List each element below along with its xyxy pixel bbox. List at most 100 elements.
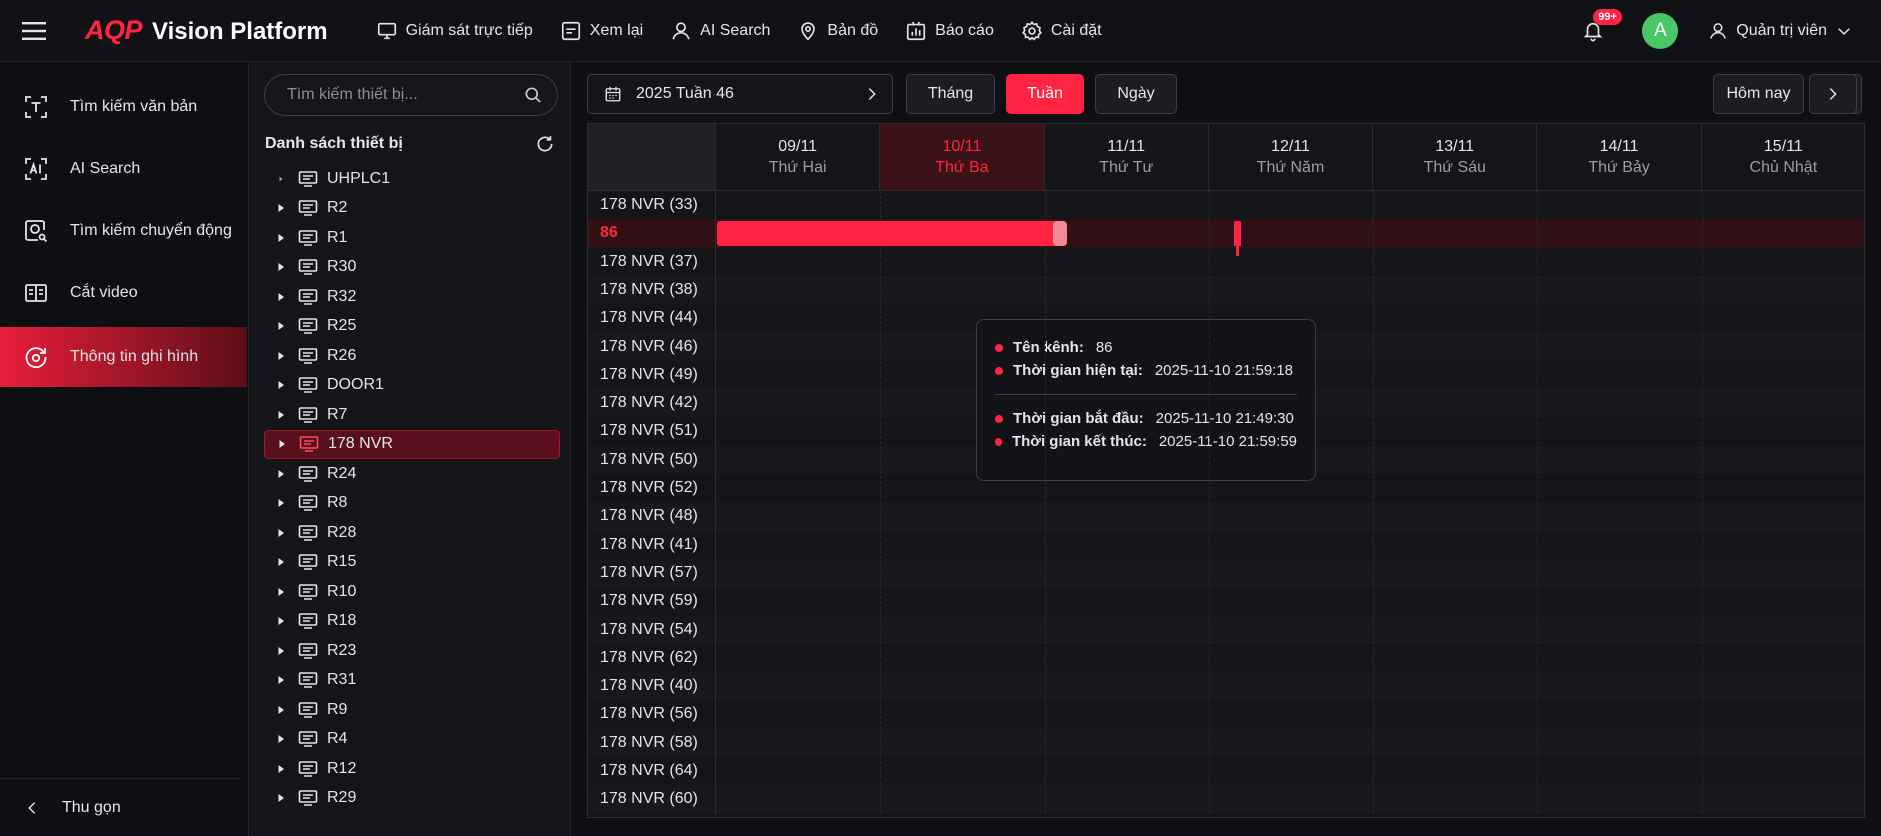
caret-right-icon[interactable]: [276, 380, 286, 390]
device-tree-item[interactable]: R24: [264, 459, 560, 489]
nav-reports[interactable]: Báo cáo: [905, 0, 994, 62]
nav-label: Báo cáo: [935, 21, 994, 39]
view-month-button[interactable]: Tháng: [906, 74, 995, 114]
caret-right-icon[interactable]: [277, 439, 287, 449]
sidebar-item-recording-info[interactable]: Thông tin ghi hình: [0, 327, 247, 387]
collapse-button[interactable]: Thu gọn: [0, 778, 240, 836]
refresh-icon[interactable]: [535, 134, 555, 154]
nav-live-monitoring[interactable]: Giám sát trực tiếp: [376, 0, 533, 62]
device-tree-item[interactable]: R29: [264, 784, 560, 814]
device-tree-item[interactable]: R9: [264, 695, 560, 725]
device-tree-item[interactable]: R31: [264, 666, 560, 696]
caret-right-icon[interactable]: [276, 616, 286, 626]
device-tree-item[interactable]: R15: [264, 548, 560, 578]
user-menu[interactable]: Quản trị viên: [1708, 21, 1853, 41]
search-icon[interactable]: [523, 85, 543, 105]
recording-segment-handle[interactable]: [1053, 221, 1067, 246]
caret-right-icon[interactable]: [276, 410, 286, 420]
sidebar-item-video-cut[interactable]: Cắt video: [0, 265, 248, 321]
caret-right-icon[interactable]: [276, 498, 286, 508]
device-tree-item[interactable]: R4: [264, 725, 560, 755]
caret-right-icon[interactable]: [276, 174, 286, 184]
device-tree-item[interactable]: DOOR1: [264, 371, 560, 401]
device-tree-item[interactable]: R10: [264, 577, 560, 607]
sidebar-item-label: Tìm kiếm văn bản: [70, 98, 198, 115]
device-search-input[interactable]: [287, 86, 523, 104]
caret-right-icon[interactable]: [276, 203, 286, 213]
device-tree-item[interactable]: R28: [264, 518, 560, 548]
caret-right-icon[interactable]: [276, 321, 286, 331]
week-picker[interactable]: 2025 Tuần 46: [587, 74, 893, 114]
channel-row[interactable]: 178 NVR (40): [588, 672, 1864, 701]
day-column-header: 10/11 Thứ Ba: [880, 124, 1045, 190]
caret-right-icon[interactable]: [276, 292, 286, 302]
nav-settings[interactable]: Cài đặt: [1021, 0, 1102, 62]
channel-row[interactable]: 178 NVR (59): [588, 587, 1864, 616]
nav-playback[interactable]: Xem lại: [560, 0, 643, 62]
channel-row[interactable]: 178 NVR (48): [588, 502, 1864, 531]
device-tree-item[interactable]: R30: [264, 253, 560, 283]
main-panel: 2025 Tuần 46 Tháng Tuần Ngày Hôm nay 09/…: [572, 62, 1881, 836]
recording-segment[interactable]: [717, 221, 1062, 246]
caret-right-icon[interactable]: [276, 528, 286, 538]
calendar-icon: [605, 86, 621, 102]
view-day-button[interactable]: Ngày: [1095, 74, 1177, 114]
sidebar-item-motion-search[interactable]: Tìm kiếm chuyển động: [0, 203, 248, 259]
today-button[interactable]: Hôm nay: [1713, 74, 1804, 114]
channel-row[interactable]: 178 NVR (54): [588, 615, 1864, 644]
view-week-button[interactable]: Tuần: [1006, 74, 1084, 114]
device-tree-item[interactable]: UHPLC1: [264, 164, 560, 194]
bullet-icon: [995, 366, 1003, 375]
nav-ai-search[interactable]: AI Search: [670, 0, 770, 62]
caret-right-icon[interactable]: [276, 675, 286, 685]
device-tree-item[interactable]: R1: [264, 223, 560, 253]
channel-row[interactable]: 178 NVR (38): [588, 275, 1864, 305]
caret-right-icon[interactable]: [276, 557, 286, 567]
channel-row[interactable]: 178 NVR (64): [588, 757, 1864, 786]
recorder-icon: [298, 406, 318, 423]
channel-row[interactable]: 178 NVR (58): [588, 728, 1864, 757]
channel-row[interactable]: 178 NVR (33): [588, 191, 1864, 220]
notification-bell[interactable]: 99+: [1578, 9, 1622, 46]
map-pin-icon: [801, 21, 816, 40]
channel-row[interactable]: 178 NVR (60): [588, 785, 1864, 814]
device-tree-item[interactable]: R8: [264, 489, 560, 519]
device-tree-item[interactable]: R18: [264, 607, 560, 637]
device-tree-item[interactable]: R32: [264, 282, 560, 312]
device-tree-item[interactable]: R7: [264, 400, 560, 430]
caret-right-icon[interactable]: [276, 351, 286, 361]
channel-row[interactable]: 178 NVR (62): [588, 643, 1864, 673]
caret-right-icon[interactable]: [276, 233, 286, 243]
device-tree-item[interactable]: R2: [264, 194, 560, 224]
caret-right-icon[interactable]: [276, 469, 286, 479]
device-tree-item[interactable]: R25: [264, 312, 560, 342]
caret-right-icon[interactable]: [276, 587, 286, 597]
caret-right-icon[interactable]: [276, 734, 286, 744]
channel-row[interactable]: 178 NVR (41): [588, 530, 1864, 559]
device-tree-item[interactable]: R26: [264, 341, 560, 371]
avatar[interactable]: A: [1642, 13, 1679, 49]
caret-right-icon[interactable]: [276, 764, 286, 774]
day-separator: [1701, 191, 1703, 817]
device-tree-item[interactable]: R12: [264, 754, 560, 784]
device-name: R4: [327, 730, 348, 748]
sidebar-item-ai-search[interactable]: AI Search: [0, 141, 248, 197]
nav-map[interactable]: Bản đồ: [797, 0, 878, 62]
caret-right-icon[interactable]: [276, 646, 286, 656]
device-tree-item[interactable]: 178 NVR: [264, 429, 560, 459]
device-list-title: Danh sách thiết bị: [265, 135, 403, 152]
channel-name: 178 NVR (58): [588, 728, 716, 757]
caret-right-icon[interactable]: [276, 262, 286, 272]
menu-icon[interactable]: [17, 14, 51, 48]
device-tree-item[interactable]: R23: [264, 636, 560, 666]
channel-row[interactable]: 178 NVR (57): [588, 558, 1864, 588]
channel-row[interactable]: 178 NVR (37): [588, 247, 1864, 276]
brand-logo[interactable]: AQP Vision Platform: [85, 15, 328, 46]
caret-right-icon[interactable]: [276, 793, 286, 803]
recording-segment[interactable]: [1233, 221, 1241, 246]
next-week-button[interactable]: [1809, 74, 1857, 114]
sidebar-item-label: Cắt video: [70, 284, 138, 301]
channel-row[interactable]: 178 NVR (56): [588, 700, 1864, 729]
caret-right-icon[interactable]: [276, 705, 286, 715]
sidebar-item-text-search[interactable]: Tìm kiếm văn bản: [0, 79, 248, 135]
